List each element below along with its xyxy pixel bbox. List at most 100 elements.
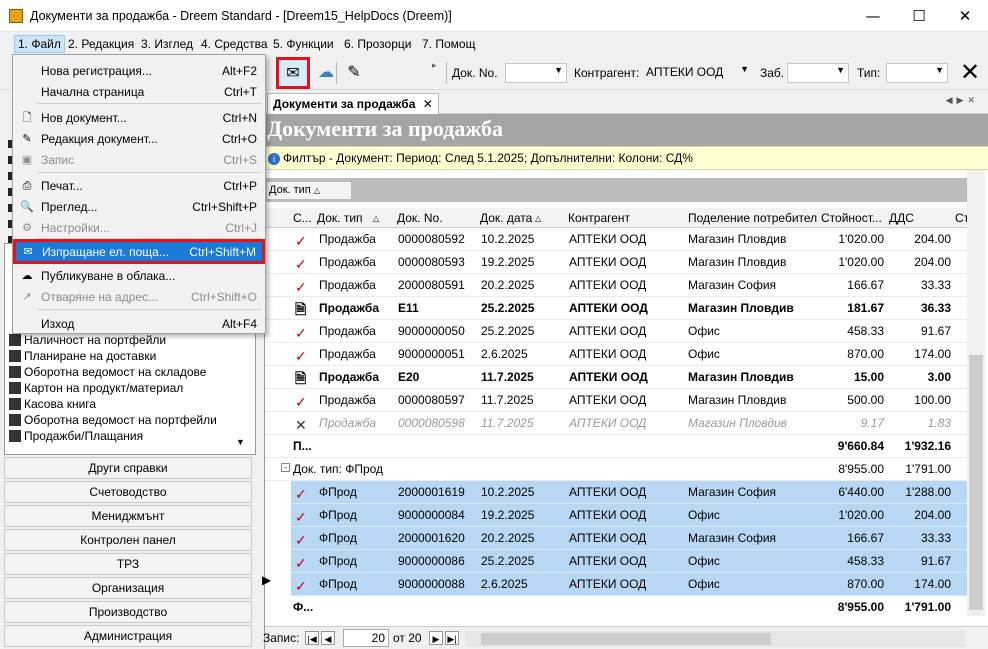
tree-item[interactable]: Продажби/Плащания: [9, 429, 143, 443]
cell-date: 11.7.2025: [481, 393, 534, 407]
col-status[interactable]: С...: [293, 211, 312, 225]
col-division[interactable]: Поделение потребител: [688, 211, 817, 225]
cell-date: 25.2.2025: [481, 554, 535, 568]
col-partner[interactable]: Контрагент: [568, 211, 630, 225]
toolbar-overflow-icon[interactable]: ▸: [432, 60, 437, 71]
col-vat[interactable]: ДДС: [889, 211, 914, 225]
nav-button[interactable]: Мениджмънт: [4, 505, 252, 527]
table-row[interactable]: ✓ Продажба 9000000050 25.2.2025 АПТЕКИ ООД Оф…: [265, 320, 967, 343]
cell-no: 0000080593: [398, 255, 465, 269]
table-row[interactable]: 🗎 Продажба E20 11.7.2025 АПТЕКИ ООД Магазин П…: [265, 366, 967, 389]
nav-button[interactable]: Счетоводство: [4, 481, 252, 503]
sort-asc-icon: △: [313, 186, 320, 195]
file-menu-item[interactable]: Нова регистрация... Alt+F2: [15, 60, 263, 81]
tree-item-label: Планиране на доставки: [24, 349, 157, 363]
file-menu-item[interactable]: 🗋 Нов документ... Ctrl+N: [15, 107, 263, 128]
horizontal-scrollbar[interactable]: [465, 631, 965, 647]
nav-button[interactable]: Организация: [4, 577, 252, 599]
nav-button[interactable]: Други справки: [4, 457, 252, 479]
type-combo[interactable]: ▼: [886, 63, 948, 83]
nav-button[interactable]: Производство: [4, 601, 252, 623]
minimize-button[interactable]: —: [850, 0, 896, 32]
file-menu-item[interactable]: Изход Alt+F4: [15, 313, 263, 334]
edit-doc-icon[interactable]: ✎: [340, 59, 368, 87]
file-menu-item[interactable]: ✎ Редакция документ... Ctrl+O: [15, 128, 263, 149]
contragent-combo[interactable]: АПТЕКИ ООД ▼: [642, 63, 752, 83]
prev-record-button[interactable]: ◀: [321, 631, 335, 645]
file-menu-item[interactable]: ☁ Публикуване в облака...: [15, 265, 263, 286]
tree-item[interactable]: Планиране на доставки: [9, 349, 156, 363]
doc-no-combo[interactable]: ▼: [505, 63, 567, 83]
vertical-scrollbar[interactable]: [967, 170, 985, 616]
table-row[interactable]: ✓ Продажба 2000080591 20.2.2025 АПТЕКИ ООД Ма…: [265, 274, 967, 297]
tree-item[interactable]: Оборотна ведомост на портфейли: [9, 413, 217, 427]
table-row[interactable]: ✓ ФПрод 2000001619 10.2.2025 АПТЕКИ ООД Магаз…: [291, 481, 967, 504]
first-record-button[interactable]: |◀: [305, 631, 319, 645]
group-label: Ф...: [293, 600, 314, 614]
table-row[interactable]: ✓ Продажба 0000080592 10.2.2025 АПТЕКИ ООД Ма…: [265, 228, 967, 251]
table-row[interactable]: ✓ Продажба 9000000051 2.6.2025 АПТЕКИ ООД Офи…: [265, 343, 967, 366]
close-icon[interactable]: ✕: [955, 59, 985, 87]
table-row[interactable]: ✓ ФПрод 9000000084 19.2.2025 АПТЕКИ ООД Офис 1…: [291, 504, 967, 527]
hscroll-thumb[interactable]: [481, 633, 771, 645]
current-record-input[interactable]: 20: [343, 629, 389, 647]
tree-item[interactable]: Касова книга: [9, 397, 96, 411]
col-doc-type[interactable]: Док. тип: [317, 211, 363, 225]
next-record-button[interactable]: ▶: [429, 631, 443, 645]
file-menu-item[interactable]: ⎙ Печат... Ctrl+P: [15, 175, 263, 196]
group-chip-doc-type[interactable]: Док. тип △: [267, 182, 351, 199]
cell-vat: 204.00: [914, 508, 951, 522]
menu-file[interactable]: 1. Файл: [14, 35, 65, 53]
group-label: П...: [293, 439, 312, 453]
tab-nav-icons[interactable]: ◀▶✕: [946, 95, 979, 106]
cell-division: Магазин София: [688, 531, 777, 545]
nav-button[interactable]: Контролен панел: [4, 529, 252, 551]
file-menu-item[interactable]: ✉ Изпращане ел. поща... Ctrl+Shift+M: [13, 239, 265, 264]
zab-combo[interactable]: ▼: [787, 63, 849, 83]
table-row[interactable]: ✓ Продажба 0000080597 11.7.2025 АПТЕКИ ООД Ма…: [265, 389, 967, 412]
table-row[interactable]: ✓ ФПрод 9000000088 2.6.2025 АПТЕКИ ООД Офис 87…: [291, 573, 967, 596]
group-row[interactable]: - Док. тип: ФПрод 8'955.00 1'791.00: [265, 458, 967, 481]
menu-view[interactable]: 3. Изглед: [141, 37, 193, 51]
cell-date: 11.7.2025: [481, 370, 534, 384]
cell-value: 166.67: [847, 531, 884, 545]
cell-vat: 91.67: [920, 324, 951, 338]
nav-button[interactable]: ТРЗ: [4, 553, 252, 575]
collapse-icon[interactable]: -: [281, 463, 290, 472]
mail-icon[interactable]: ✉: [276, 57, 310, 89]
cell-vat: 100.00: [914, 393, 951, 407]
menu-help[interactable]: 7. Помощ: [422, 37, 475, 51]
maximize-button[interactable]: ☐: [896, 0, 942, 32]
tree-scroll-down-icon[interactable]: ▼: [236, 437, 245, 447]
table-row[interactable]: ✕ Продажба 0000080598 11.7.2025 АПТЕКИ ООД Ма…: [265, 412, 967, 435]
scroll-thumb[interactable]: [969, 355, 983, 610]
file-menu-item[interactable]: 🔍 Преглед... Ctrl+Shift+P: [15, 196, 263, 217]
menu-functions[interactable]: 5. Функции: [273, 37, 334, 51]
col-doc-no[interactable]: Док. No.: [397, 211, 443, 225]
table-row[interactable]: ✓ ФПрод 2000001620 20.2.2025 АПТЕКИ ООД Магаз…: [291, 527, 967, 550]
table-row[interactable]: ✓ Продажба 0000080593 19.2.2025 АПТЕКИ ООД Ма…: [265, 251, 967, 274]
tree-item[interactable]: Картон на продукт/материал: [9, 381, 183, 395]
cell-value: 458.33: [847, 324, 884, 338]
file-menu-item[interactable]: Начална страница Ctrl+T: [15, 81, 263, 102]
tree-item-label: Оборотна ведомост на портфейли: [24, 413, 217, 427]
col-value[interactable]: Стойност...: [821, 211, 882, 225]
tab-sales-documents[interactable]: Документи за продажба ✕: [267, 93, 439, 114]
nav-button[interactable]: Администрация: [4, 625, 252, 647]
subtotal-row[interactable]: Ф... 8'955.00 1'791.00: [265, 596, 967, 616]
last-record-button[interactable]: ▶|: [445, 631, 459, 645]
group-chip-label: Док. тип: [269, 184, 311, 196]
menu-edit[interactable]: 2. Редакция: [68, 37, 134, 51]
menu-windows[interactable]: 6. Прозорци: [344, 37, 411, 51]
menu-tools[interactable]: 4. Средства: [201, 37, 268, 51]
tree-item[interactable]: Наличност на портфейли: [9, 333, 166, 347]
filter-bar[interactable]: i Филтър - Документ: Период: След 5.1.202…: [265, 146, 988, 170]
tree-item[interactable]: Оборотна ведомост на складове: [9, 365, 206, 379]
table-row[interactable]: 🗎 Продажба E11 25.2.2025 АПТЕКИ ООД Магазин П…: [265, 297, 967, 320]
col-doc-date[interactable]: Док. дата: [480, 211, 532, 225]
subtotal-row[interactable]: П... 9'660.84 1'932.16: [265, 435, 967, 458]
table-row[interactable]: ✓ ФПрод 9000000086 25.2.2025 АПТЕКИ ООД Офис 4…: [291, 550, 967, 573]
tab-close-icon[interactable]: ✕: [423, 97, 433, 111]
close-window-button[interactable]: ✕: [942, 0, 988, 32]
menu-item-shortcut: Ctrl+O: [221, 132, 257, 146]
